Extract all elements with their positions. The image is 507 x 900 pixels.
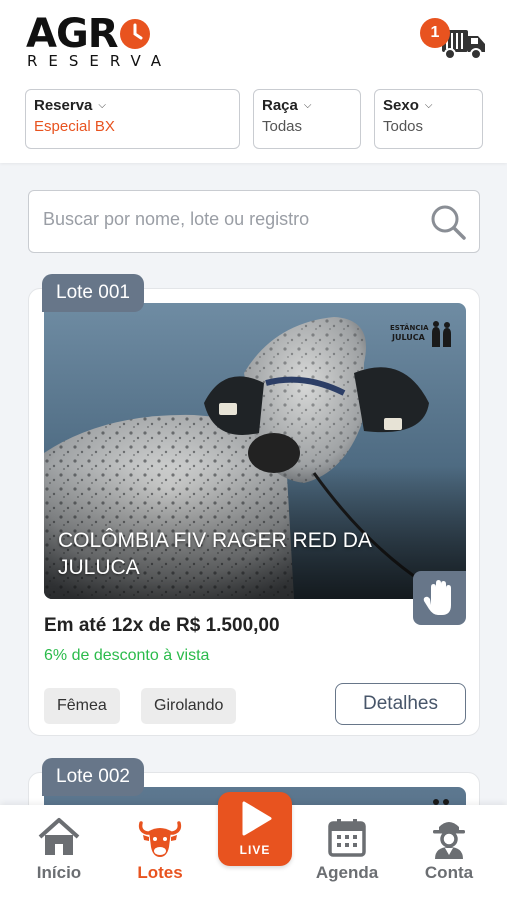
lot-discount: 6% de desconto à vista [44, 647, 210, 664]
filter-raca-value: Todas [262, 118, 303, 135]
lot-title: COLÔMBIA FIV RAGER RED DA JULUCA [58, 529, 371, 579]
app-header: AGR RESERVA 1 Reserva ⌵ Especial BX Raça… [0, 0, 507, 163]
lot-price: Em até 12x de R$ 1.500,00 [44, 615, 280, 636]
details-button[interactable]: Detalhes [335, 683, 466, 725]
cow-icon [138, 821, 182, 857]
brand-line1: AGR [26, 11, 119, 57]
calendar-icon [328, 819, 366, 857]
lot-card[interactable]: ESTÂNCIA JULUCA COLÔMBIA FIV RAGER RED D… [28, 288, 480, 736]
search-bar [28, 190, 480, 253]
nav-home[interactable]: Início [9, 805, 109, 900]
lot-tag: Lote 002 [42, 758, 144, 796]
nav-home-label: Início [36, 863, 82, 882]
lot-tag: Lote 001 [42, 274, 144, 312]
clock-o-icon [119, 19, 150, 49]
live-label: LIVE [239, 843, 271, 857]
estancia-juluca-logo: ESTÂNCIA JULUCA [390, 321, 451, 347]
filter-sexo-label: Sexo [383, 97, 419, 114]
nav-schedule-label: Agenda [315, 863, 379, 882]
nav-account[interactable]: Conta [399, 805, 499, 900]
filter-reserva-label: Reserva [34, 97, 93, 114]
nav-lots[interactable]: Lotes [110, 805, 210, 900]
filter-reserva-value: Especial BX [34, 118, 115, 135]
nav-schedule[interactable]: Agenda [297, 805, 397, 900]
chip-sex: Fêmea [44, 688, 120, 724]
filter-sexo[interactable]: Sexo ⌵ Todos [374, 89, 483, 149]
filter-reserva[interactable]: Reserva ⌵ Especial BX [25, 89, 240, 149]
filter-raca-label: Raça [262, 97, 298, 114]
nav-account-label: Conta [424, 863, 474, 882]
chevron-down-icon: ⌵ [303, 100, 312, 111]
brand-logo[interactable]: AGR RESERVA [26, 14, 172, 70]
play-icon [242, 801, 272, 836]
hand-icon [423, 580, 451, 615]
cart-truck-button[interactable]: 1 [420, 16, 488, 64]
chevron-down-icon: ⌵ [424, 100, 433, 111]
svg-text:ESTÂNCIA: ESTÂNCIA [390, 323, 429, 332]
live-button[interactable]: LIVE [218, 792, 292, 866]
chevron-down-icon: ⌵ [98, 100, 106, 111]
bid-hand-button[interactable] [413, 571, 466, 625]
nav-lots-label: Lotes [137, 863, 183, 882]
svg-text:JULUCA: JULUCA [391, 333, 426, 342]
farmer-icon [433, 822, 465, 859]
chip-breed: Girolando [141, 688, 237, 724]
search-icon[interactable] [429, 203, 467, 241]
search-input[interactable] [43, 209, 423, 230]
filter-sexo-value: Todos [383, 118, 424, 135]
lot-photo[interactable]: ESTÂNCIA JULUCA COLÔMBIA FIV RAGER RED D… [44, 303, 466, 599]
filter-raca[interactable]: Raça ⌵ Todas [253, 89, 361, 149]
cart-count-badge: 1 [420, 18, 450, 48]
brand-line2: RESERVA [27, 52, 173, 70]
home-icon [38, 818, 80, 855]
